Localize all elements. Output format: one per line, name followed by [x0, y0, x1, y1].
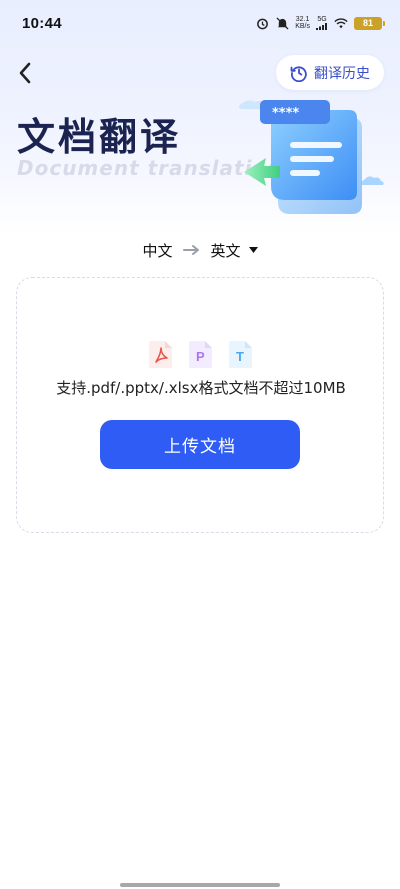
- svg-text:T: T: [236, 349, 244, 364]
- network-speed-value: 32.1: [295, 16, 310, 23]
- status-bar: 10:44 32.1 KB/s 5G 81: [0, 0, 400, 46]
- arrow-right-icon: [182, 245, 199, 255]
- illustration-mask-text: ****: [272, 106, 299, 121]
- mute-icon: [275, 16, 289, 30]
- wifi-icon: [334, 16, 348, 30]
- battery-indicator: 81: [354, 16, 385, 30]
- ppt-file-icon: P: [189, 341, 212, 368]
- status-icons: 32.1 KB/s 5G 81: [255, 16, 385, 30]
- home-indicator[interactable]: [120, 883, 280, 887]
- language-selector: 中文 英文: [0, 236, 400, 264]
- file-type-icons: P T: [17, 339, 385, 369]
- upload-card: P T 支持.pdf/.pptx/.xlsx格式文档不超过10MB 上传文档: [16, 277, 384, 533]
- alarm-icon: [255, 16, 269, 30]
- source-language[interactable]: 中文: [142, 240, 172, 261]
- caret-down-icon: [248, 247, 258, 253]
- signal-bars-icon: [316, 23, 327, 30]
- target-language: 英文: [210, 241, 241, 260]
- chevron-left-icon: [19, 62, 31, 84]
- back-button[interactable]: [12, 58, 38, 88]
- pdf-file-icon: [149, 341, 172, 368]
- txt-file-icon: T: [229, 341, 252, 368]
- status-time: 10:44: [22, 14, 62, 32]
- network-speed-unit: KB/s: [295, 23, 310, 30]
- network-speed: 32.1 KB/s: [295, 16, 310, 30]
- svg-text:P: P: [196, 349, 205, 364]
- history-label: 翻译历史: [314, 65, 370, 82]
- page-title: 文档翻译: [17, 115, 182, 159]
- cellular-signal: 5G: [316, 16, 328, 30]
- target-language-dropdown[interactable]: 英文: [211, 240, 258, 261]
- translation-history-button[interactable]: 翻译历史: [276, 55, 384, 90]
- supported-formats-text: 支持.pdf/.pptx/.xlsx格式文档不超过10MB: [56, 379, 346, 397]
- history-icon: [290, 65, 307, 82]
- document-illustration: ****: [239, 100, 384, 214]
- signal-label: 5G: [317, 16, 327, 23]
- upload-document-button[interactable]: 上传文档: [100, 420, 300, 469]
